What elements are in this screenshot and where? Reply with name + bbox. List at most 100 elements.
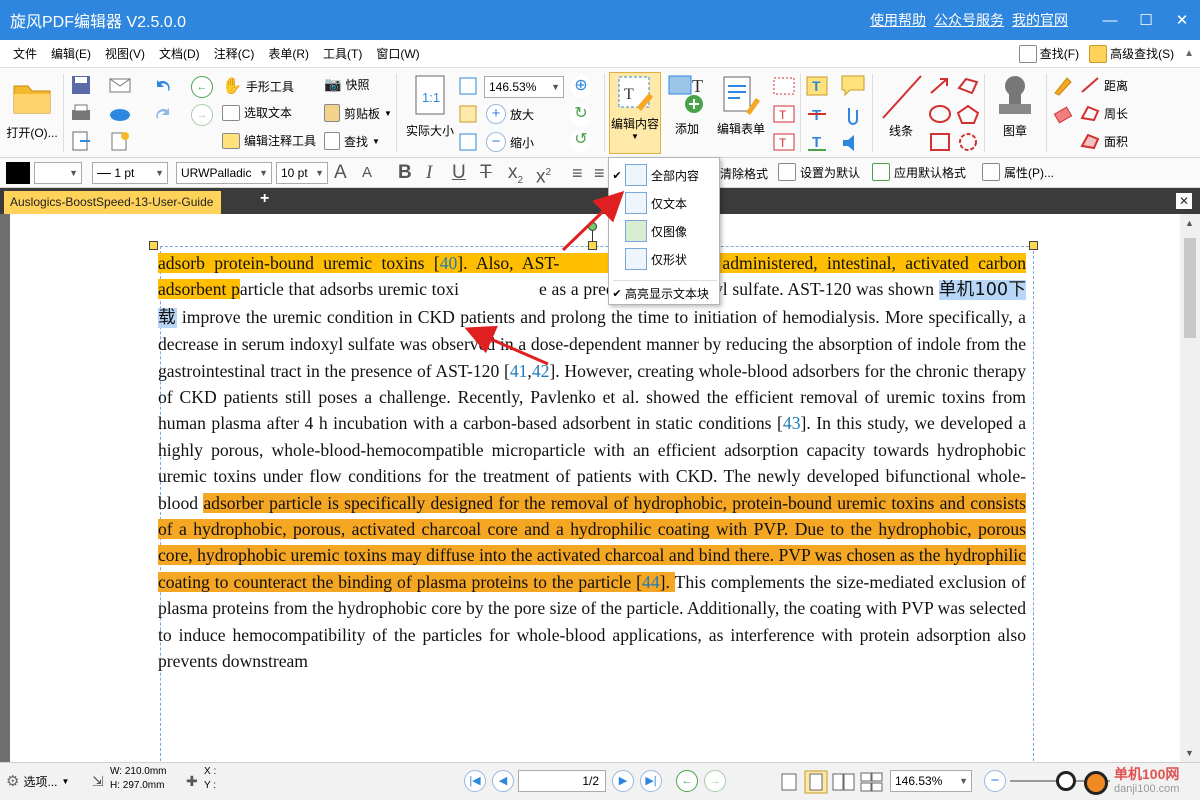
typewriter-icon[interactable]: T: [772, 132, 796, 152]
area-button[interactable]: 面积: [1080, 132, 1128, 150]
maximize-icon[interactable]: ☐: [1128, 0, 1164, 40]
email-icon[interactable]: [108, 74, 132, 96]
text-box-icon[interactable]: T: [772, 104, 796, 124]
scroll-up-icon[interactable]: ▲: [1185, 218, 1194, 228]
document-tab[interactable]: Auslogics-BoostSpeed-13-User-Guide: [4, 191, 222, 214]
italic-icon[interactable]: I: [426, 161, 432, 185]
print-icon[interactable]: [70, 102, 92, 124]
align-left-icon[interactable]: ≡: [572, 161, 583, 185]
save-icon[interactable]: [70, 74, 92, 96]
menu-view[interactable]: 视图(V): [98, 40, 152, 68]
scrollbar-thumb[interactable]: [1184, 238, 1196, 338]
previous-page-icon[interactable]: ◀: [492, 770, 514, 792]
rotate-cw-icon[interactable]: ↻: [570, 104, 592, 126]
sound-icon[interactable]: [840, 132, 866, 154]
text-field-icon[interactable]: [772, 76, 796, 96]
continuous-page-icon[interactable]: [804, 770, 828, 794]
citation-link[interactable]: 43: [783, 413, 801, 433]
menu-comment[interactable]: 注释(C): [207, 40, 262, 68]
highlight-text-icon[interactable]: T: [806, 76, 828, 96]
new-tab-icon[interactable]: +: [260, 190, 269, 208]
citation-link[interactable]: 42: [532, 361, 550, 381]
fit-page-icon[interactable]: [458, 76, 478, 96]
add-button[interactable]: T 添加: [662, 74, 712, 137]
resize-handle[interactable]: [1029, 241, 1038, 250]
last-page-icon[interactable]: ▶|: [640, 770, 662, 792]
menu-tools[interactable]: 工具(T): [316, 40, 369, 68]
font-size-select[interactable]: 10 pt ▼: [276, 162, 328, 184]
zoom-magnifier-icon[interactable]: ⊕: [570, 76, 592, 98]
document-paragraph[interactable]: adsorb protein-bound uremic toxins [40].…: [158, 250, 1026, 675]
ribbon-zoom-select[interactable]: 146.53% ▼: [484, 76, 564, 98]
cloud-shape-icon[interactable]: [956, 132, 980, 152]
stamp-button[interactable]: 图章: [988, 72, 1042, 139]
menu-form[interactable]: 表单(R): [261, 40, 316, 68]
scroll-down-icon[interactable]: ▼: [1185, 748, 1194, 758]
actual-size-button[interactable]: 1:1 实际大小: [402, 74, 458, 139]
forward-icon[interactable]: →: [191, 104, 213, 126]
snapshot-button[interactable]: 📷 快照: [324, 76, 369, 93]
history-back-icon[interactable]: ←: [676, 770, 698, 792]
rectangle-shape-icon[interactable]: [928, 132, 952, 152]
close-tab-icon[interactable]: ✕: [1176, 193, 1192, 209]
decrease-font-icon[interactable]: A: [362, 161, 372, 185]
dropdown-item-text-only[interactable]: 仅文本: [609, 190, 719, 216]
dropdown-item-image-only[interactable]: 仅图像: [609, 218, 719, 244]
polygon-shape-icon[interactable]: [956, 104, 980, 124]
redo-icon[interactable]: [152, 104, 174, 124]
edit-content-button[interactable]: T 编辑内容 ▼: [609, 72, 661, 154]
minimize-icon[interactable]: —: [1092, 0, 1128, 40]
find-button[interactable]: 查找(F): [1018, 44, 1079, 63]
menu-edit[interactable]: 编辑(E): [44, 40, 98, 68]
line-width-select[interactable]: 1 pt ▼: [92, 162, 168, 184]
status-zoom-select[interactable]: 146.53% ▼: [890, 770, 972, 792]
menu-file[interactable]: 文件: [6, 40, 44, 68]
polyline-shape-icon[interactable]: [956, 76, 980, 96]
zoom-in-button[interactable]: + 放大: [486, 104, 534, 124]
first-page-icon[interactable]: |◀: [464, 770, 486, 792]
single-page-icon[interactable]: [780, 772, 798, 792]
clipboard-button[interactable]: 剪贴板 ▼: [324, 104, 392, 122]
rotate-ccw-icon[interactable]: ↺: [570, 130, 592, 152]
citation-link[interactable]: 44: [642, 572, 660, 592]
eraser-icon[interactable]: [1052, 104, 1074, 126]
open-button[interactable]: 打开(O)...: [4, 74, 60, 141]
distance-button[interactable]: 距离: [1080, 76, 1128, 94]
undo-icon[interactable]: [152, 76, 174, 96]
edit-form-button[interactable]: 编辑表单: [714, 74, 768, 137]
underline-icon[interactable]: U: [452, 161, 466, 185]
menu-window[interactable]: 窗口(W): [369, 40, 426, 68]
underline-text-icon[interactable]: T: [806, 132, 828, 152]
stroke-color-swatch[interactable]: [6, 162, 30, 184]
pencil-icon[interactable]: [1052, 74, 1074, 96]
strikethrough-icon[interactable]: T: [480, 161, 492, 185]
arrow-shape-icon[interactable]: [928, 76, 952, 96]
continuous-facing-icon[interactable]: [860, 772, 884, 792]
new-document-icon[interactable]: [108, 130, 132, 152]
clear-format-button[interactable]: 清除格式: [720, 165, 768, 182]
options-button[interactable]: ⚙ 选项... ▼: [6, 772, 69, 790]
strikeout-text-icon[interactable]: T: [806, 104, 828, 124]
select-text-button[interactable]: 选取文本: [222, 104, 292, 121]
fit-width-icon[interactable]: [458, 104, 478, 124]
advanced-find-button[interactable]: 高级查找(S): [1089, 44, 1174, 63]
edit-annot-tool-button[interactable]: 编辑注释工具: [222, 132, 316, 149]
next-page-icon[interactable]: ▶: [612, 770, 634, 792]
zoom-slider-thumb[interactable]: [1056, 771, 1076, 791]
page-number-input[interactable]: 1/2: [518, 770, 606, 792]
facing-pages-icon[interactable]: [832, 772, 856, 792]
properties-button[interactable]: 属性(P)...: [982, 163, 1054, 181]
dropdown-item-shape-only[interactable]: 仅形状: [609, 246, 719, 272]
vertical-scrollbar[interactable]: ▲ ▼: [1180, 214, 1200, 762]
citation-link[interactable]: 41: [510, 361, 528, 381]
superscript-icon[interactable]: x2: [536, 161, 551, 189]
history-forward-icon[interactable]: →: [704, 770, 726, 792]
export-icon[interactable]: [70, 130, 92, 152]
font-name-select[interactable]: URWPalladic ▼: [176, 162, 272, 184]
zoom-out-button[interactable]: − 缩小: [486, 132, 534, 152]
website-link[interactable]: 我的官网: [1012, 10, 1068, 30]
status-zoom-out-icon[interactable]: −: [984, 770, 1006, 792]
wechat-service-link[interactable]: 公众号服务: [934, 10, 1004, 30]
perimeter-button[interactable]: 周长: [1080, 104, 1128, 122]
hand-tool-button[interactable]: ✋ 手形工具: [222, 76, 294, 96]
